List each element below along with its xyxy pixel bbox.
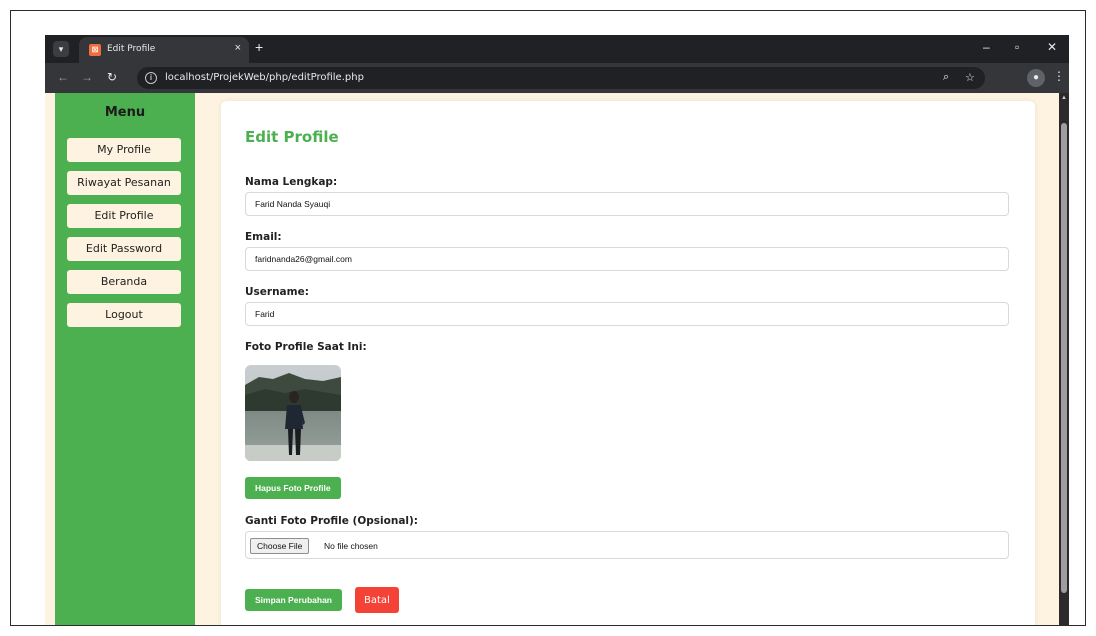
address-bar[interactable]: i localhost/ProjekWeb/php/editProfile.ph… (137, 67, 985, 89)
simpan-perubahan-button[interactable]: Simpan Perubahan (245, 589, 342, 611)
browser-toolbar: ← → ↻ i localhost/ProjekWeb/php/editProf… (45, 63, 1069, 93)
info-icon[interactable]: i (145, 72, 157, 84)
sidebar-item-beranda[interactable]: Beranda (67, 270, 181, 294)
email-input[interactable] (245, 247, 1009, 271)
choose-file-button[interactable]: Choose File (250, 538, 310, 554)
sidebar-item-my-profile[interactable]: My Profile (67, 138, 181, 162)
scroll-up-icon[interactable]: ▲ (1061, 95, 1067, 101)
hapus-foto-button[interactable]: Hapus Foto Profile (245, 477, 341, 499)
username-input[interactable] (245, 302, 1009, 326)
no-file-text: No file chosen (324, 541, 378, 551)
url-text[interactable]: localhost/ProjekWeb/php/editProfile.php (165, 72, 364, 83)
more-vertical-icon[interactable]: ⋮ (1053, 69, 1065, 83)
file-input[interactable]: Choose File No file chosen (245, 531, 1009, 559)
chevron-down-icon[interactable]: ▾ (53, 41, 69, 57)
profile-icon[interactable]: ● (1027, 69, 1045, 87)
new-tab-icon[interactable]: + (255, 39, 263, 55)
sidebar-item-logout[interactable]: Logout (67, 303, 181, 327)
arrow-right-icon[interactable]: → (81, 70, 93, 84)
foto-profile-label: Foto Profile Saat Ini: (245, 341, 367, 353)
browser-window: ▾ ⊠ Edit Profile × + – ▫ ✕ ← → ↻ i local… (45, 35, 1069, 625)
nama-lengkap-input[interactable] (245, 192, 1009, 216)
scrollbar-thumb[interactable] (1061, 123, 1067, 593)
tab-strip: ▾ ⊠ Edit Profile × + – ▫ ✕ (45, 35, 1069, 63)
xampp-icon: ⊠ (89, 44, 101, 56)
sidebar-item-riwayat-pesanan[interactable]: Riwayat Pesanan (67, 171, 181, 195)
page-title: Edit Profile (245, 128, 339, 146)
close-icon[interactable]: ✕ (1047, 40, 1057, 54)
reload-icon[interactable]: ↻ (107, 70, 117, 84)
page-viewport: Menu My Profile Riwayat Pesanan Edit Pro… (45, 93, 1069, 625)
scrollbar[interactable]: ▲ ▼ (1059, 93, 1069, 625)
sidebar-item-edit-profile[interactable]: Edit Profile (67, 204, 181, 228)
sidebar: Menu My Profile Riwayat Pesanan Edit Pro… (55, 93, 195, 625)
ganti-foto-label: Ganti Foto Profile (Opsional): (245, 515, 419, 527)
email-label: Email: (245, 231, 282, 243)
nama-lengkap-label: Nama Lengkap: (245, 176, 338, 188)
username-label: Username: (245, 286, 309, 298)
batal-button[interactable]: Batal (355, 587, 399, 613)
minimize-icon[interactable]: – (983, 40, 990, 54)
zoom-icon[interactable]: ⌕ (943, 71, 949, 84)
edit-profile-card: Edit Profile Nama Lengkap: Email: Userna… (221, 101, 1035, 625)
tab-title: Edit Profile (107, 44, 156, 54)
profile-photo (245, 365, 341, 461)
sidebar-item-edit-password[interactable]: Edit Password (67, 237, 181, 261)
tab-close-icon[interactable]: × (235, 42, 241, 54)
arrow-left-icon[interactable]: ← (57, 70, 69, 84)
browser-tab[interactable]: ⊠ Edit Profile × (79, 37, 249, 63)
screenshot-frame: ▾ ⊠ Edit Profile × + – ▫ ✕ ← → ↻ i local… (10, 10, 1086, 626)
menu-title: Menu (104, 105, 146, 120)
star-icon[interactable]: ☆ (965, 71, 975, 84)
maximize-icon[interactable]: ▫ (1015, 40, 1019, 54)
